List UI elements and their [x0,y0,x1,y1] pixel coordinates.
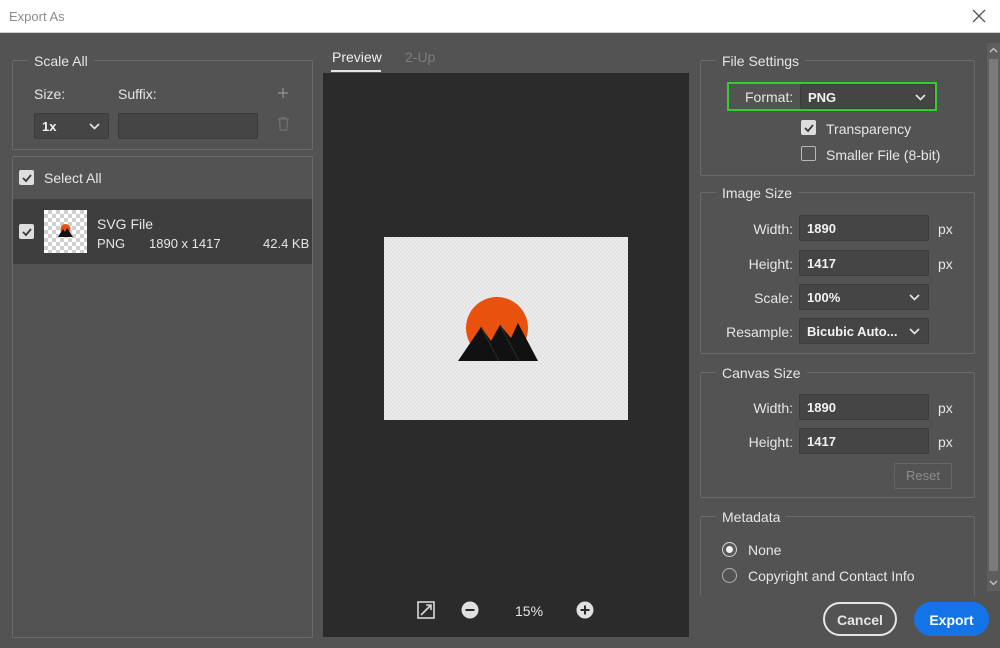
transparency-checkbox[interactable] [801,120,816,135]
fit-to-screen-icon[interactable] [417,601,435,619]
format-select-value: PNG [808,90,837,105]
reset-button[interactable]: Reset [894,463,952,489]
metadata-copyright-radio[interactable] [722,568,737,583]
select-all-label: Select All [44,170,102,186]
metadata-none-radio[interactable] [722,542,737,557]
canvas-width-input[interactable]: 1890 [799,394,929,420]
add-scale-icon[interactable] [276,86,290,100]
export-button[interactable]: Export [914,602,989,636]
smaller-file-label: Smaller File (8-bit) [826,147,941,163]
image-size-legend: Image Size [716,185,799,201]
suffix-label: Suffix: [118,86,157,102]
image-width-label: Width: [753,221,793,237]
trash-icon[interactable] [277,116,290,131]
image-width-unit: px [938,221,953,237]
format-select[interactable]: PNG [800,84,935,109]
file-thumbnail [44,210,87,253]
preview-image [384,237,628,420]
close-icon[interactable] [968,5,990,27]
zoom-level: 15% [515,603,544,619]
file-format: PNG [97,236,126,251]
settings-scrollbar[interactable] [987,43,1000,591]
select-all-checkbox[interactable] [19,170,34,185]
metadata-panel [700,516,975,596]
scale-select[interactable]: 100% [799,284,929,310]
transparency-label: Transparency [826,121,912,137]
scroll-down-icon[interactable] [989,578,998,587]
file-checkbox[interactable] [19,224,34,239]
size-select-value: 1x [42,119,57,134]
resample-select[interactable]: Bicubic Auto... [799,318,929,344]
file-settings-legend: File Settings [716,53,806,69]
tab-2-up[interactable]: 2-Up [405,49,435,65]
tab-preview[interactable]: Preview [332,49,382,65]
image-height-unit: px [938,256,953,272]
zoom-in-icon[interactable] [576,601,594,619]
file-list-item[interactable]: SVG File PNG 1890 x 1417 42.4 KB [13,199,312,264]
scrollbar-thumb[interactable] [989,59,998,571]
canvas-height-input[interactable]: 1417 [799,428,929,454]
scale-all-legend: Scale All [28,53,94,69]
preview-canvas: 15% [323,73,689,637]
metadata-legend: Metadata [716,509,787,525]
file-dimensions: 1890 x 1417 [149,236,221,251]
image-height-input[interactable]: 1417 [799,250,929,276]
size-select[interactable]: 1x [34,113,109,139]
window-title: Export As [9,9,65,24]
file-name: SVG File [97,216,154,232]
canvas-width-label: Width: [753,400,793,416]
chevron-down-icon [89,123,100,130]
title-bar: Export As [0,0,1000,33]
scale-select-value: 100% [807,290,841,305]
scale-label: Scale: [754,290,793,306]
tab-preview-underline [331,70,381,72]
scroll-up-icon[interactable] [989,46,998,55]
suffix-input[interactable] [118,113,258,139]
chevron-down-icon [909,294,920,301]
file-size: 42.4 KB [263,236,310,251]
chevron-down-icon [909,328,920,335]
zoom-out-icon[interactable] [461,601,479,619]
cancel-button[interactable]: Cancel [823,602,897,636]
image-width-input[interactable]: 1890 [799,215,929,241]
resample-label: Resample: [726,324,793,340]
canvas-width-unit: px [938,400,953,416]
metadata-copyright-label: Copyright and Contact Info [748,568,915,584]
chevron-down-icon [915,94,926,101]
canvas-height-label: Height: [748,434,793,450]
image-height-label: Height: [748,256,793,272]
resample-select-value: Bicubic Auto... [807,324,898,339]
metadata-none-label: None [748,542,782,558]
canvas-size-legend: Canvas Size [716,365,807,381]
smaller-file-checkbox[interactable] [801,146,816,161]
size-label: Size: [34,86,66,102]
canvas-height-unit: px [938,434,953,450]
format-label: Format: [745,89,794,105]
